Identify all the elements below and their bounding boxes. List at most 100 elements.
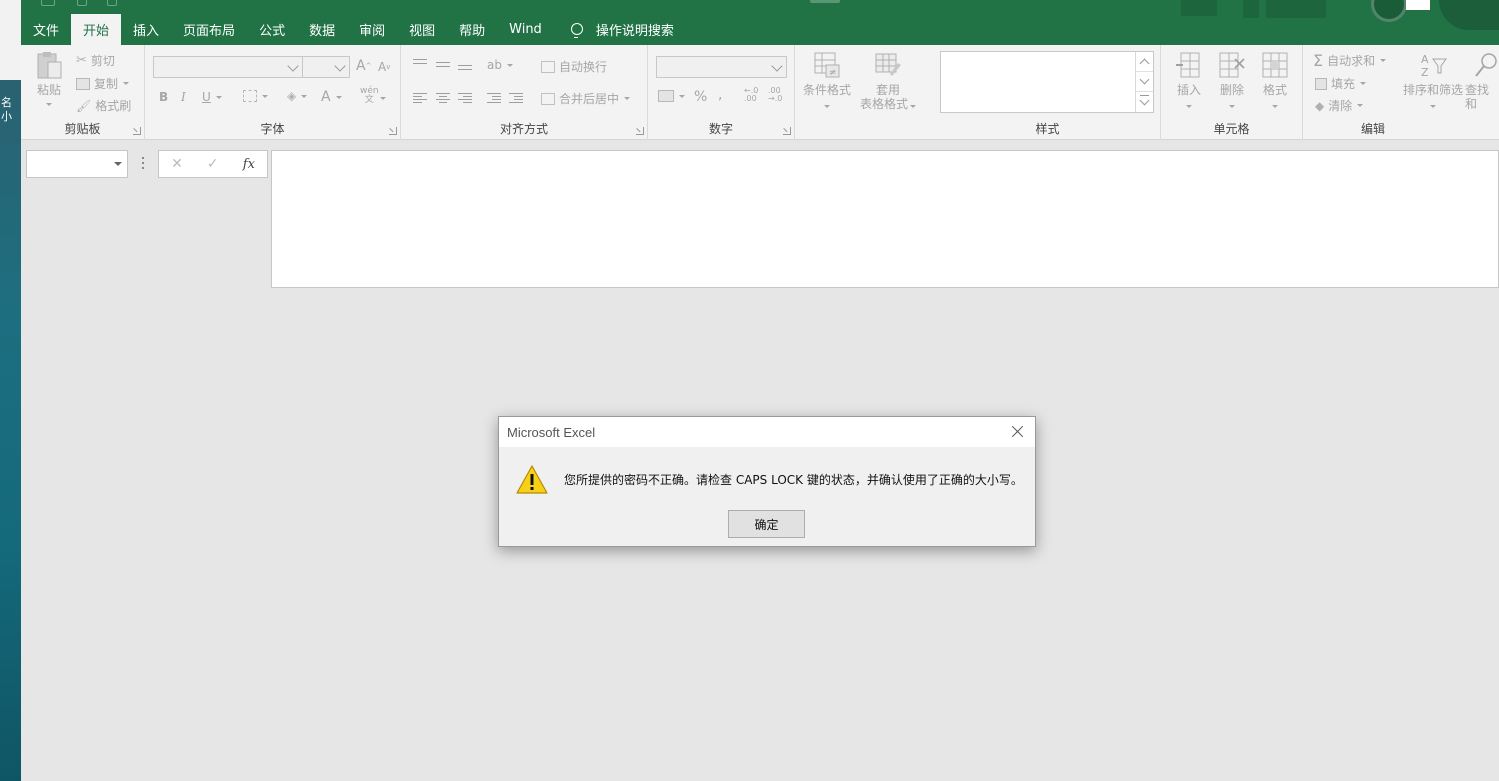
tab-page-layout[interactable]: 页面布局 [171, 14, 247, 45]
title-bar [21, 0, 1499, 30]
copy-button[interactable]: 复制 [76, 75, 130, 92]
gallery-down-icon[interactable] [1136, 72, 1153, 92]
account-icon[interactable] [1406, 0, 1430, 10]
align-bottom-icon[interactable] [458, 65, 472, 75]
gallery-scroll[interactable] [1135, 52, 1153, 112]
alignment-launcher-icon[interactable] [636, 127, 644, 135]
format-painter-button[interactable]: 🖌 格式刷 [76, 97, 131, 114]
borders-button[interactable] [243, 90, 268, 102]
save-icon[interactable] [41, 0, 55, 6]
title-decoration [1266, 0, 1326, 18]
cell-styles-gallery[interactable] [940, 51, 1154, 113]
close-icon[interactable] [1009, 423, 1027, 441]
clipboard-launcher-icon[interactable] [133, 127, 141, 135]
group-editing: Σ 自动求和 填充 ◆ 清除 AZ 排序和筛选 查找和 编辑 [1303, 45, 1499, 140]
formula-bar-resize-handle[interactable] [142, 157, 144, 171]
tell-me-label: 操作说明搜索 [595, 24, 674, 39]
align-center-icon[interactable] [436, 93, 450, 103]
tell-me-search[interactable]: 操作说明搜索 [554, 14, 686, 45]
paste-button[interactable]: 粘贴 [31, 51, 67, 109]
group-label-alignment: 对齐方式 [499, 122, 548, 136]
insert-function-icon[interactable]: fx [243, 157, 255, 172]
decrease-decimal-button[interactable]: .00 →.0 [768, 87, 782, 103]
increase-font-button[interactable]: A ^ [356, 58, 371, 74]
autosum-button[interactable]: Σ 自动求和 [1313, 51, 1387, 70]
sort-filter-button[interactable]: AZ 排序和筛选 [1401, 51, 1465, 111]
ok-button[interactable]: 确定 [728, 510, 805, 538]
delete-cells-button[interactable]: 删除 [1212, 51, 1252, 111]
tab-data[interactable]: 数据 [297, 14, 347, 45]
number-format-select[interactable] [656, 56, 787, 78]
increase-indent-icon[interactable] [509, 93, 523, 103]
redo-icon[interactable] [107, 0, 117, 6]
desktop-edge: 名 小 [0, 0, 21, 781]
copy-icon [76, 77, 90, 90]
align-left-icon[interactable] [413, 93, 427, 103]
password-error-dialog: Microsoft Excel 您所提供的密码不正确。请检查 CAPS LOCK… [498, 416, 1036, 547]
font-color-button[interactable]: A [321, 89, 342, 105]
format-as-table-icon [874, 51, 902, 79]
undo-icon[interactable] [77, 0, 87, 6]
percent-button[interactable]: % [694, 89, 707, 105]
comma-style-button[interactable]: , [718, 87, 722, 103]
format-cells-button[interactable]: 格式 [1255, 51, 1295, 111]
scissors-icon: ✂ [76, 53, 87, 68]
sigma-icon: Σ [1313, 51, 1324, 70]
tab-help[interactable]: 帮助 [447, 14, 497, 45]
ribbon-tabs: 文件 开始 插入 页面布局 公式 数据 审阅 视图 帮助 Wind 操作说明搜索 [21, 14, 686, 45]
warning-icon [515, 463, 549, 497]
font-launcher-icon[interactable] [389, 127, 397, 135]
clear-button[interactable]: ◆ 清除 [1315, 97, 1364, 114]
lightbulb-icon [570, 22, 583, 38]
underline-button[interactable]: U [202, 90, 222, 104]
group-cells: 插入 删除 格式 单元格 [1161, 45, 1303, 140]
gallery-up-icon[interactable] [1136, 52, 1153, 72]
increase-decimal-button[interactable]: ←.0 .00 [744, 87, 758, 103]
tab-view[interactable]: 视图 [397, 14, 447, 45]
fill-button[interactable]: 填充 [1315, 75, 1367, 92]
phonetic-button[interactable]: wén 文 [360, 87, 379, 105]
merge-cells-icon [541, 92, 555, 105]
phonetic-dropdown-icon[interactable] [380, 97, 386, 100]
align-top-icon[interactable] [413, 59, 427, 69]
gallery-more-icon[interactable] [1136, 92, 1153, 112]
font-name-select[interactable] [153, 56, 303, 78]
wrap-text-button[interactable]: 自动换行 [541, 58, 607, 75]
fill-color-button[interactable]: ◈ [287, 89, 308, 103]
group-clipboard: 粘贴 ✂ 剪切 复制 🖌 格式刷 剪贴板 [21, 45, 145, 140]
name-box[interactable] [26, 150, 128, 178]
conditional-formatting-button[interactable]: ≠ 条件格式 [799, 51, 855, 111]
tab-formulas[interactable]: 公式 [247, 14, 297, 45]
excel-window: 文件 开始 插入 页面布局 公式 数据 审阅 视图 帮助 Wind 操作说明搜索… [21, 0, 1499, 781]
cut-button[interactable]: ✂ 剪切 [76, 52, 115, 69]
enter-formula-icon[interactable]: ✓ [207, 156, 219, 172]
window-title [810, 0, 840, 3]
find-select-button[interactable]: 查找和 [1465, 51, 1499, 111]
merge-center-button[interactable]: 合并后居中 [541, 90, 631, 107]
accounting-format-button[interactable] [658, 90, 685, 102]
chevron-down-icon[interactable] [114, 162, 122, 166]
tab-file[interactable]: 文件 [21, 14, 71, 45]
orientation-button[interactable]: ab [487, 58, 513, 72]
svg-text:A: A [1421, 53, 1429, 66]
tab-insert[interactable]: 插入 [121, 14, 171, 45]
font-size-select[interactable] [302, 56, 350, 78]
formula-bar-buttons: ✕ ✓ fx [158, 150, 268, 178]
bold-button[interactable]: B [159, 90, 168, 104]
format-as-table-button[interactable]: 套用 表格格式 [855, 51, 921, 111]
desktop-label: 名 小 [1, 96, 12, 123]
insert-cells-button[interactable]: 插入 [1169, 51, 1209, 111]
decrease-font-button[interactable]: Av [378, 60, 390, 74]
tab-wind[interactable]: Wind [497, 14, 554, 45]
format-cells-icon [1261, 51, 1289, 79]
number-launcher-icon[interactable] [783, 127, 791, 135]
align-right-icon[interactable] [458, 93, 472, 103]
cancel-formula-icon[interactable]: ✕ [171, 156, 183, 172]
italic-button[interactable]: I [181, 90, 186, 104]
tab-review[interactable]: 审阅 [347, 14, 397, 45]
formula-input[interactable] [271, 150, 1499, 288]
decrease-indent-icon[interactable] [487, 93, 501, 103]
align-middle-icon[interactable] [436, 62, 450, 72]
tab-home[interactable]: 开始 [71, 14, 122, 45]
group-label-font: 字体 [260, 122, 285, 136]
